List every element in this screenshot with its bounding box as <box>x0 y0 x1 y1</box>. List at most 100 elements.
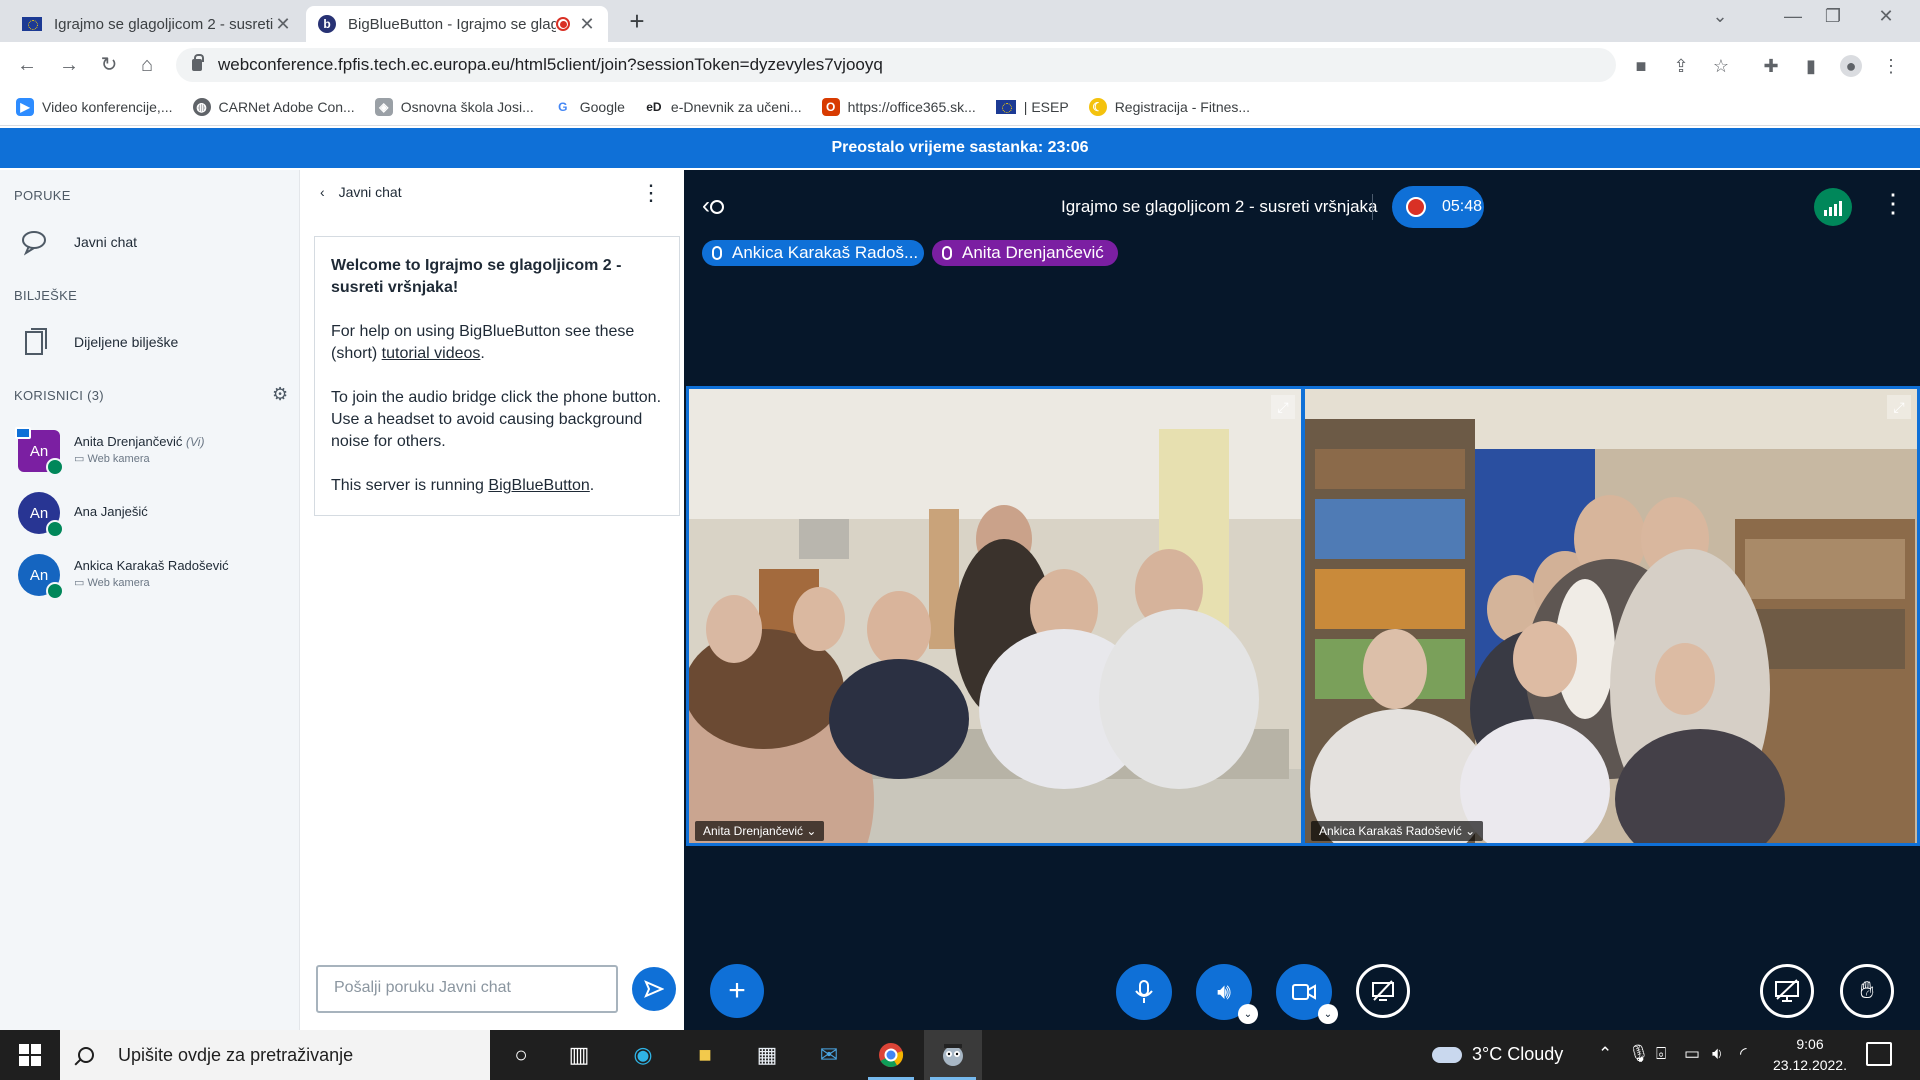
tutorial-videos-link[interactable]: tutorial videos <box>382 345 481 362</box>
shield-icon: ◈ <box>374 97 393 116</box>
tab-title: BigBlueButton - Igrajmo se glagoljicom 2 <box>348 15 556 33</box>
battery-icon[interactable]: ▭ <box>1684 1044 1700 1064</box>
actions-plus-button[interactable]: + <box>710 964 764 1018</box>
extensions-icon[interactable]: ✚ <box>1760 55 1782 77</box>
user-list-item[interactable]: An Anita Drenjančević (Vi) ▭ Web kamera <box>15 427 204 476</box>
microphone-icon <box>942 246 952 260</box>
bookmark-item[interactable]: | ESEP <box>995 99 1069 115</box>
public-chat-item[interactable]: Javni chat <box>20 226 137 258</box>
reload-icon[interactable]: ↻ <box>96 52 122 78</box>
webcam-video[interactable]: ⤢ Anita Drenjančević ⌄ <box>686 386 1304 846</box>
chevron-left-icon[interactable]: ‹ <box>320 184 325 200</box>
recording-time: 05:48 <box>1442 198 1483 215</box>
edge-browser-icon[interactable]: ◉ <box>614 1030 672 1080</box>
forward-arrow-icon[interactable]: → <box>56 52 82 78</box>
avatar: An <box>18 554 64 600</box>
microsoft-store-icon[interactable]: ▦ <box>738 1030 796 1080</box>
clock[interactable]: 9:06 23.12.2022. <box>1760 1034 1860 1076</box>
webcam-video[interactable]: ⤢ Ankica Karakaš Radošević ⌄ <box>1302 386 1920 846</box>
minimize-button[interactable]: — <box>1773 6 1813 27</box>
raise-hand-button[interactable]: ✋︎ <box>1840 964 1894 1018</box>
cortana-icon[interactable]: ○ <box>492 1030 550 1080</box>
bookmark-item[interactable]: G Google <box>553 97 625 116</box>
taskbar-search-box[interactable]: Upišite ovdje za pretraživanje <box>60 1030 490 1080</box>
share-screen-button[interactable] <box>1356 964 1410 1018</box>
connection-status-icon[interactable] <box>1814 188 1852 226</box>
share-icon[interactable]: ⇪ <box>1670 55 1692 77</box>
talking-indicator[interactable]: Anita Drenjančević <box>932 240 1118 266</box>
recording-indicator[interactable]: 05:48 <box>1392 186 1484 228</box>
chevron-down-icon[interactable]: ⌄ <box>1238 1004 1258 1024</box>
chevron-down-icon[interactable]: ⌄ <box>1318 1004 1338 1024</box>
talking-indicator[interactable]: Ankica Karakaš Radoš... <box>702 240 924 266</box>
windows-logo-icon <box>19 1044 41 1066</box>
bookmark-item[interactable]: ▶ Video konferencije,... <box>16 97 173 116</box>
options-menu-icon[interactable]: ⋮ <box>1880 188 1906 219</box>
notification-center-icon[interactable] <box>1866 1042 1892 1066</box>
mail-icon[interactable]: ✉ <box>800 1030 858 1080</box>
user-list-item[interactable]: An Ankica Karakaš Radošević ▭ Web kamera <box>18 554 229 600</box>
microphone-icon <box>1135 980 1153 1003</box>
home-icon[interactable]: ⌂ <box>134 52 160 78</box>
chrome-icon[interactable] <box>862 1030 920 1080</box>
windows-start-button[interactable] <box>0 1030 60 1080</box>
shared-notes-item[interactable]: Dijeljene bilješke <box>20 326 178 358</box>
close-window-button[interactable]: ✕ <box>1866 6 1906 27</box>
video-user-label[interactable]: Anita Drenjančević ⌄ <box>695 821 825 841</box>
settings-gear-icon[interactable]: ⚙ <box>272 384 288 405</box>
restore-presentation-button[interactable] <box>1760 964 1814 1018</box>
profile-avatar-icon[interactable]: ● <box>1840 55 1862 77</box>
bookmark-item[interactable]: ◍ CARNet Adobe Con... <box>192 97 355 116</box>
chat-options-icon[interactable]: ⋮ <box>640 180 662 206</box>
avatar: An <box>18 492 64 538</box>
bookmark-star-icon[interactable]: ☆ <box>1710 55 1732 77</box>
close-tab-icon[interactable]: ✕ <box>274 14 292 35</box>
browser-tab-1[interactable]: Igrajmo se glagoljicom 2 - susreti vršnj… <box>10 6 304 42</box>
wifi-icon[interactable]: ◜ <box>1740 1044 1747 1064</box>
video-user-label[interactable]: Ankica Karakaš Radošević ⌄ <box>1311 821 1484 841</box>
volume-icon[interactable]: 🔉︎ <box>1712 1044 1723 1064</box>
webcam-feed-image <box>1305 389 1917 843</box>
windows-taskbar: Upišite ovdje za pretraživanje ○ ▥ ◉ ■ ▦… <box>0 1030 1920 1080</box>
weather-widget[interactable]: 3°C Cloudy <box>1432 1044 1563 1065</box>
divider <box>1372 194 1373 220</box>
file-explorer-icon[interactable]: ■ <box>676 1030 734 1080</box>
restore-button[interactable]: ❐ <box>1813 6 1853 27</box>
audio-settings-button[interactable]: 🔊︎ ⌄ <box>1196 964 1258 1024</box>
bookmark-item[interactable]: ☾ Registracija - Fitnes... <box>1088 97 1250 116</box>
camera-in-use-icon[interactable]: ■ <box>1630 55 1652 77</box>
fullscreen-icon[interactable]: ⤢ <box>1887 395 1911 419</box>
bookmark-item[interactable]: eD e-Dnevnik za učeni... <box>644 97 802 116</box>
bookmarks-bar: ▶ Video konferencije,... ◍ CARNet Adobe Co… <box>0 88 1920 126</box>
mute-microphone-button[interactable] <box>1116 964 1172 1020</box>
url-text[interactable]: webconference.fpfis.tech.ec.europa.eu/ht… <box>218 55 883 75</box>
browser-tab-2[interactable]: b BigBlueButton - Igrajmo se glagoljicom… <box>306 6 608 42</box>
fullscreen-icon[interactable]: ⤢ <box>1271 395 1295 419</box>
chat-message-input[interactable]: Pošalji poruku Javni chat <box>316 965 618 1013</box>
close-tab-icon[interactable]: ✕ <box>578 14 596 35</box>
bookmark-item[interactable]: Ohttps://office365.sk... <box>821 97 976 116</box>
camera-tray-icon[interactable]: ⌻ <box>1656 1044 1666 1064</box>
back-arrow-icon[interactable]: ← <box>14 52 40 78</box>
chat-bubble-icon <box>20 226 52 258</box>
browser-menu-icon[interactable]: ⋮ <box>1880 55 1902 77</box>
app-mascot-icon[interactable] <box>924 1030 982 1080</box>
globe-icon: ◍ <box>192 97 211 116</box>
document-icon <box>20 326 52 358</box>
chevron-up-icon[interactable]: ⌃ <box>1598 1044 1612 1064</box>
task-view-icon[interactable]: ▥ <box>550 1030 608 1080</box>
bigbluebutton-link[interactable]: BigBlueButton <box>488 477 589 494</box>
lock-icon[interactable] <box>192 54 204 71</box>
url-bar[interactable]: webconference.fpfis.tech.ec.europa.eu/ht… <box>176 48 1616 82</box>
send-message-button[interactable] <box>632 967 676 1011</box>
user-name: Ankica Karakaš Radošević <box>74 558 229 573</box>
side-panel-icon[interactable]: ▮ <box>1800 55 1822 77</box>
microphone-tray-icon[interactable]: 🎙︎ <box>1628 1044 1650 1064</box>
tab-search-icon[interactable]: ⌄ <box>1700 6 1740 27</box>
new-tab-button[interactable]: + <box>622 6 652 37</box>
chat-header[interactable]: ‹ Javni chat <box>320 184 402 200</box>
user-list-item[interactable]: An Ana Janješić <box>18 492 148 538</box>
bookmark-item[interactable]: ◈ Osnovna škola Josi... <box>374 97 534 116</box>
share-webcam-button[interactable]: ⌄ <box>1276 964 1338 1024</box>
toggle-user-list-icon[interactable]: ‹ <box>702 192 724 220</box>
